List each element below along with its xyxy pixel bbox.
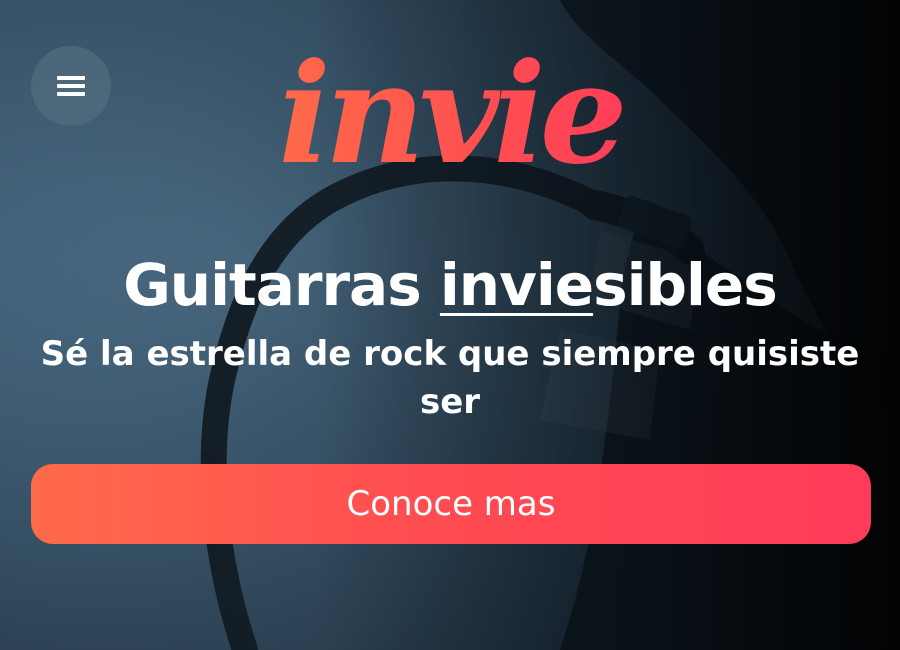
headline-brand-underlined: invie — [439, 251, 594, 319]
invie-logo: invie — [278, 32, 627, 185]
hamburger-menu-icon — [57, 76, 85, 96]
hero-content: invie Guitarras inviesibles Sé la estrel… — [0, 0, 900, 650]
learn-more-button[interactable]: Conoce mas — [31, 464, 871, 544]
menu-button[interactable] — [31, 46, 111, 126]
headline-prefix: Guitarras — [123, 251, 440, 319]
logo-text: invie — [278, 32, 621, 185]
hero-section: invie Guitarras inviesibles Sé la estrel… — [0, 0, 900, 650]
headline-suffix: sibles — [593, 251, 778, 319]
hero-subtitle: Sé la estrella de rock que siempre quisi… — [40, 334, 860, 422]
hero-headline: Guitarras inviesibles — [0, 250, 900, 320]
